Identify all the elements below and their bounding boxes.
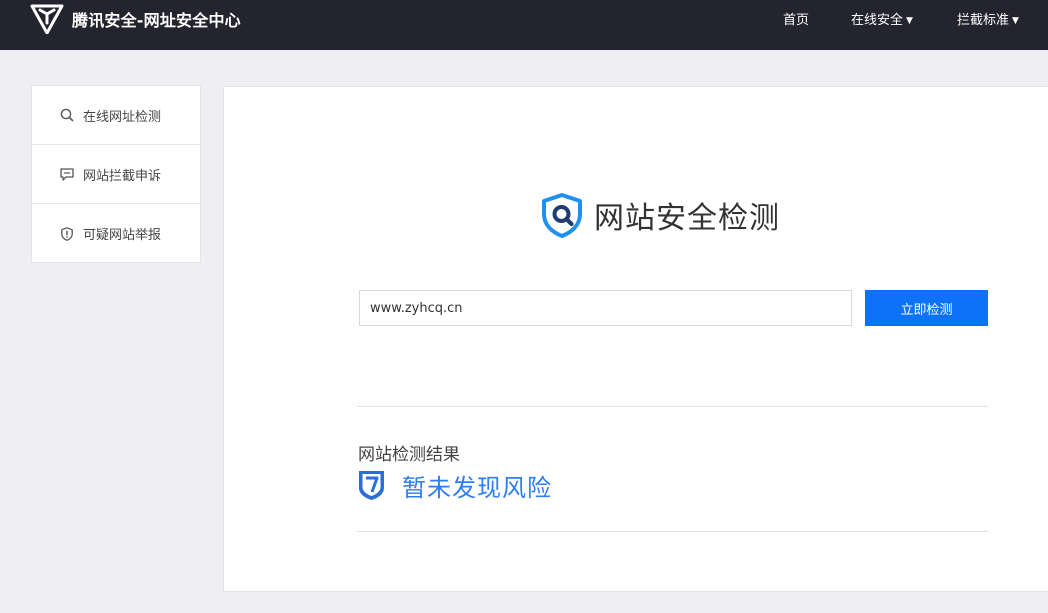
main-panel: 网站安全检测 立即检测 网站检测结果 暂未发现风险 — [223, 86, 1048, 592]
nav-block-standard-label: 拦截标准 — [957, 13, 1010, 28]
sidebar-item-online-url-check[interactable]: 在线网址检测 — [32, 86, 200, 145]
sidebar-item-site-block-appeal[interactable]: 网站拦截申诉 — [32, 145, 200, 204]
nav-online-security[interactable]: 在线安全 ▼ — [851, 9, 913, 28]
result-label: 网站检测结果 — [358, 445, 460, 465]
result-status-text: 暂未发现风险 — [402, 473, 552, 502]
divider — [357, 531, 988, 532]
sidebar-item-report-suspicious-site[interactable]: 可疑网站举报 — [32, 204, 200, 263]
tencent-security-logo-icon — [30, 4, 64, 34]
result-status: 暂未发现风险 — [357, 468, 552, 502]
top-navbar: 腾讯安全-网址安全中心 首页 在线安全 ▼ 拦截标准 ▼ — [0, 0, 1048, 50]
nav-home-label: 首页 — [783, 13, 810, 28]
sidebar-item-label: 网站拦截申诉 — [83, 168, 162, 184]
shield-check-icon — [359, 471, 384, 500]
comment-icon — [60, 168, 74, 181]
page-header: 网站安全检测 — [540, 192, 780, 238]
sidebar-item-label: 在线网址检测 — [83, 109, 162, 125]
caret-down-icon: ▼ — [906, 16, 913, 26]
page-title: 网站安全检测 — [594, 201, 780, 236]
nav-home[interactable]: 首页 — [783, 9, 809, 28]
sidebar-item-label: 可疑网站举报 — [83, 228, 162, 243]
divider — [357, 406, 988, 407]
shield-alert-icon — [61, 226, 73, 241]
nav-block-standard[interactable]: 拦截标准 ▼ — [957, 9, 1019, 28]
check-now-button[interactable]: 立即检测 — [865, 290, 988, 326]
url-input[interactable] — [359, 290, 852, 326]
brand-title: 腾讯安全-网址安全中心 — [72, 11, 241, 30]
search-icon — [60, 108, 74, 122]
brand[interactable]: 腾讯安全-网址安全中心 — [30, 4, 241, 34]
shield-search-icon — [542, 193, 582, 238]
sidebar: 在线网址检测 网站拦截申诉 可疑网站举报 — [31, 85, 201, 263]
nav-online-security-label: 在线安全 — [851, 13, 904, 28]
caret-down-icon: ▼ — [1012, 16, 1019, 26]
